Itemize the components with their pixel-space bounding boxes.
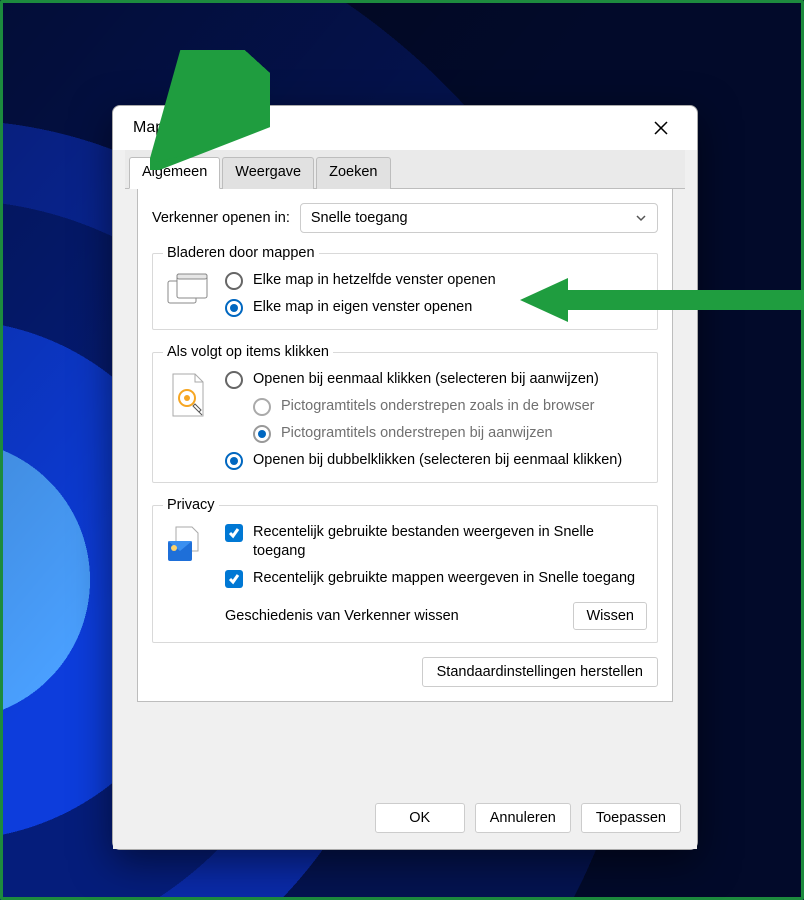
radio-icon-disabled xyxy=(253,398,271,416)
open-explorer-value: Snelle toegang xyxy=(311,210,408,226)
radio-double-click[interactable]: Openen bij dubbelklikken (selecteren bij… xyxy=(225,451,647,470)
dialog-footer: OK Annuleren Toepassen xyxy=(113,791,697,849)
radio-underline-browser-label: Pictogramtitels onderstrepen zoals in de… xyxy=(281,397,595,416)
check-recent-files-label: Recentelijk gebruikte bestanden weergeve… xyxy=(253,523,647,561)
tab-panel-algemeen: Verkenner openen in: Snelle toegang Blad… xyxy=(137,189,673,702)
group-browse-legend: Bladeren door mappen xyxy=(163,245,319,261)
group-click-items: Als volgt op items klikken xyxy=(152,344,658,483)
folder-options-dialog: Mapopties Algemeen Weergave Zoeken Verke… xyxy=(112,105,698,850)
radio-single-click-label: Openen bij eenmaal klikken (selecteren b… xyxy=(253,370,599,389)
open-explorer-combo[interactable]: Snelle toegang xyxy=(300,203,658,233)
tab-bar: Algemeen Weergave Zoeken xyxy=(125,150,685,189)
radio-underline-point-label: Pictogramtitels onderstrepen bij aanwijz… xyxy=(281,424,553,443)
apply-button[interactable]: Toepassen xyxy=(581,803,681,833)
radio-icon-selected xyxy=(225,299,243,317)
group-browse-folders: Bladeren door mappen Elke map in hetzelf… xyxy=(152,245,658,330)
group-privacy: Privacy xyxy=(152,497,658,643)
radio-icon-disabled-selected xyxy=(253,425,271,443)
tab-zoeken[interactable]: Zoeken xyxy=(316,157,390,189)
radio-double-click-label: Openen bij dubbelklikken (selecteren bij… xyxy=(253,451,622,470)
titlebar: Mapopties xyxy=(113,106,697,150)
open-explorer-label: Verkenner openen in: xyxy=(152,210,290,226)
restore-defaults-button[interactable]: Standaardinstellingen herstellen xyxy=(422,657,658,687)
checkbox-checked-icon xyxy=(225,570,243,588)
windows-icon xyxy=(163,271,213,309)
check-recent-folders-label: Recentelijk gebruikte mappen weergeven i… xyxy=(253,569,635,588)
radio-underline-browser: Pictogramtitels onderstrepen zoals in de… xyxy=(253,397,647,416)
group-privacy-legend: Privacy xyxy=(163,497,219,513)
group-click-legend: Als volgt op items klikken xyxy=(163,344,333,360)
ok-button[interactable]: OK xyxy=(375,803,465,833)
radio-single-click[interactable]: Openen bij eenmaal klikken (selecteren b… xyxy=(225,370,647,389)
close-button[interactable] xyxy=(639,113,683,143)
tab-algemeen[interactable]: Algemeen xyxy=(129,157,220,189)
history-clear-row: Geschiedenis van Verkenner wissen Wissen xyxy=(225,602,647,630)
radio-own-window[interactable]: Elke map in eigen venster openen xyxy=(225,298,647,317)
radio-icon xyxy=(225,272,243,290)
tabs-area: Algemeen Weergave Zoeken Verkenner opene… xyxy=(113,150,697,702)
page-click-icon xyxy=(163,370,213,420)
clear-history-button[interactable]: Wissen xyxy=(573,602,647,630)
check-recent-files[interactable]: Recentelijk gebruikte bestanden weergeve… xyxy=(225,523,647,561)
radio-own-window-label: Elke map in eigen venster openen xyxy=(253,298,472,317)
chevron-down-icon xyxy=(635,212,647,224)
radio-underline-point: Pictogramtitels onderstrepen bij aanwijz… xyxy=(253,424,647,443)
dialog-title: Mapopties xyxy=(133,119,207,137)
privacy-icon xyxy=(163,523,213,565)
check-recent-folders[interactable]: Recentelijk gebruikte mappen weergeven i… xyxy=(225,569,647,588)
radio-same-window-label: Elke map in hetzelfde venster openen xyxy=(253,271,496,290)
close-icon xyxy=(654,121,668,135)
checkbox-checked-icon xyxy=(225,524,243,542)
open-explorer-row: Verkenner openen in: Snelle toegang xyxy=(152,203,658,233)
tab-weergave[interactable]: Weergave xyxy=(222,157,314,189)
radio-icon-selected xyxy=(225,452,243,470)
radio-same-window[interactable]: Elke map in hetzelfde venster openen xyxy=(225,271,647,290)
radio-icon xyxy=(225,371,243,389)
history-label: Geschiedenis van Verkenner wissen xyxy=(225,608,459,624)
cancel-button[interactable]: Annuleren xyxy=(475,803,571,833)
